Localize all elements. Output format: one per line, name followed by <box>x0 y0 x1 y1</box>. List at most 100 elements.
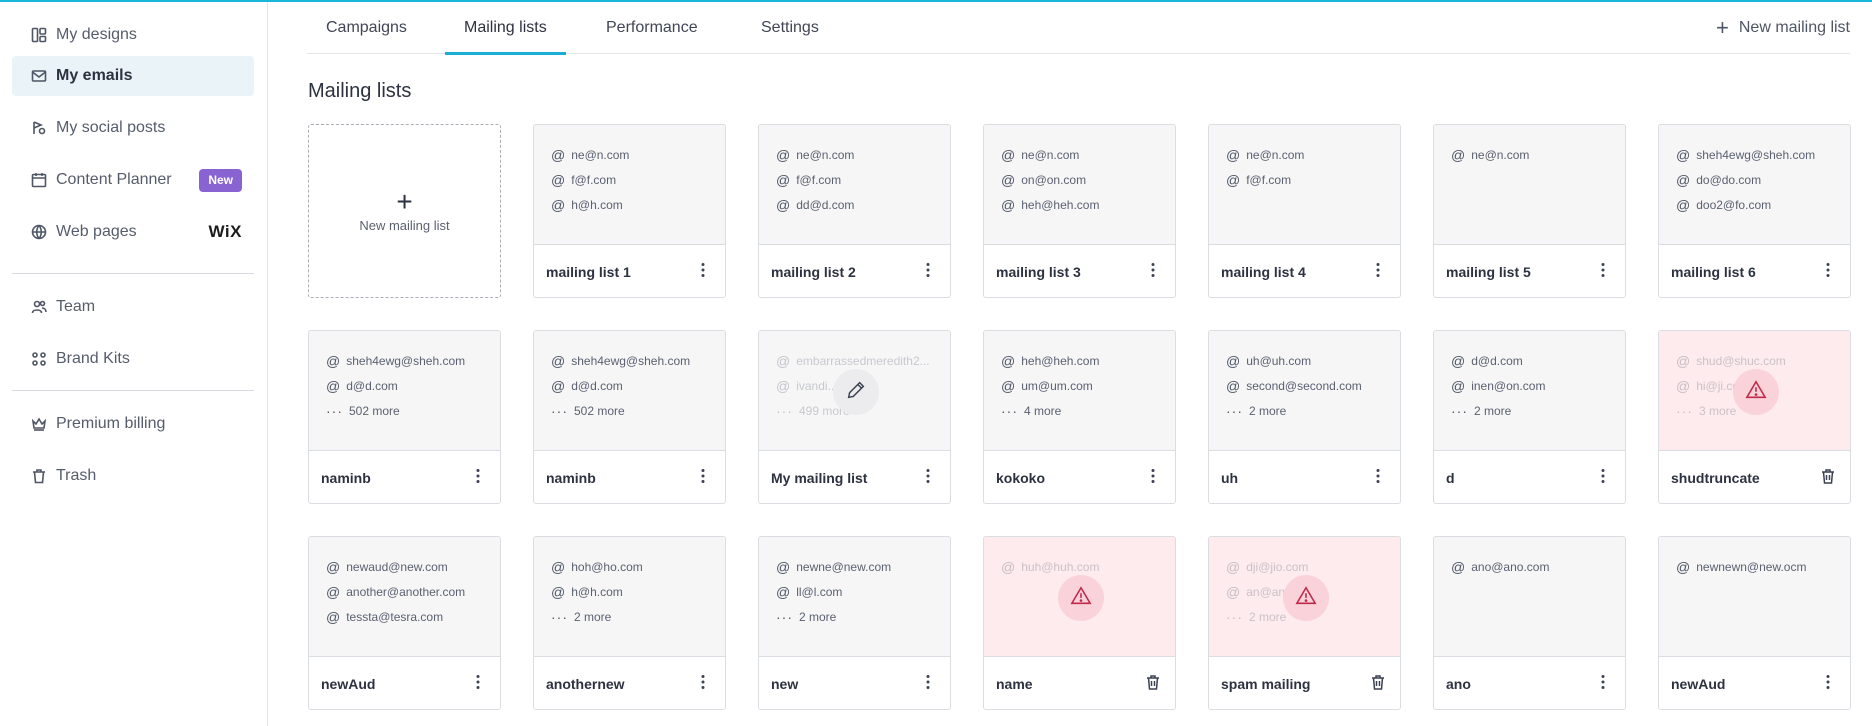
more-options-button[interactable] <box>916 466 940 490</box>
mailing-list-card[interactable]: @embarrassedmeredith2...@ivandi...m.com·… <box>758 330 951 504</box>
mailing-list-card[interactable]: @ ano@ano.com ano <box>1433 536 1626 710</box>
mailing-list-card[interactable]: @ ne@n.com @ f@f.com @ dd@d.com mailing list 2 <box>758 124 951 298</box>
mailing-list-card[interactable]: @ d@d.com @ inen@on.com ··· 2 more d <box>1433 330 1626 504</box>
email-text: ne@n.com <box>571 148 630 162</box>
at-icon: @ <box>776 197 791 213</box>
more-options-button[interactable] <box>1141 466 1165 490</box>
at-icon: @ <box>1001 559 1016 575</box>
at-icon: @ <box>551 197 566 213</box>
email-address: @ dji@jio.com <box>1226 558 1396 576</box>
sidebar-item-my-emails[interactable]: My emails <box>12 56 254 96</box>
email-address: @ do@do.com <box>1676 171 1846 189</box>
mailing-list-name: shudtruncate <box>1671 469 1760 486</box>
more-options-button[interactable] <box>466 466 490 490</box>
wix-logo: WiX <box>208 222 242 241</box>
mailing-list-card[interactable]: @ newaud@new.com @ another@another.com @ tess… <box>308 536 501 710</box>
more-options-button[interactable] <box>916 260 940 284</box>
mailing-list-card[interactable]: @ newne@new.com @ ll@l.com ··· 2 more new <box>758 536 951 710</box>
email-text: embarrassedmeredith2... <box>796 354 930 368</box>
delete-button[interactable] <box>1141 672 1165 696</box>
more-options-button[interactable] <box>1366 260 1390 284</box>
more-options-button[interactable] <box>1591 466 1615 490</box>
at-icon: @ <box>1226 147 1241 163</box>
trash-icon <box>30 467 48 485</box>
trash-icon <box>1819 467 1837 490</box>
new-mailing-list-card[interactable]: + New mailing list <box>308 124 501 298</box>
new-mailing-list-button[interactable]: + New mailing list <box>1716 2 1850 54</box>
email-address: @ ne@n.com <box>776 146 946 164</box>
card-footer: new <box>759 658 950 709</box>
more-options-button[interactable] <box>691 260 715 284</box>
mailing-list-card[interactable]: @ hoh@ho.com @ h@h.com ··· 2 more anothernew <box>533 536 726 710</box>
more-options-button[interactable] <box>916 672 940 696</box>
edit-overlay-button[interactable] <box>833 369 879 415</box>
sidebar-item-my-social-posts[interactable]: My social posts <box>12 108 254 148</box>
more-options-button[interactable] <box>1366 466 1390 490</box>
tab-campaigns[interactable]: Campaigns <box>307 2 426 54</box>
delete-button[interactable] <box>1816 466 1840 490</box>
warning-indicator <box>1283 575 1329 621</box>
card-footer: d <box>1434 452 1625 503</box>
card-preview: @ shud@shuc.com @ hi@ji.com ··· 3 more <box>1659 331 1850 451</box>
mailing-list-card[interactable]: @ huh@huh.com name <box>983 536 1176 710</box>
mailing-list-name: naminb <box>321 469 371 486</box>
tab-mailing-lists[interactable]: Mailing lists <box>445 2 566 55</box>
email-address: @ f@f.com <box>1226 171 1396 189</box>
more-options-button[interactable] <box>1816 672 1840 696</box>
at-icon: @ <box>1226 172 1241 188</box>
more-options-button[interactable] <box>1591 260 1615 284</box>
mailing-list-card[interactable]: @ ne@n.com @ f@f.com mailing list 4 <box>1208 124 1401 298</box>
email-text: hoh@ho.com <box>571 560 643 574</box>
mailing-list-card[interactable]: @ heh@heh.com @ um@um.com ··· 4 more kokoko <box>983 330 1176 504</box>
sidebar-item-brand-kits[interactable]: Brand Kits <box>12 339 254 379</box>
tab-performance[interactable]: Performance <box>587 2 717 54</box>
at-icon: @ <box>1451 147 1466 163</box>
sidebar-item-web-pages[interactable]: Web pages WiX <box>12 212 254 252</box>
mailing-list-card[interactable]: @ newnewn@new.ocm newAud <box>1658 536 1851 710</box>
at-icon: @ <box>1676 353 1691 369</box>
card-preview: @ newne@new.com @ ll@l.com ··· 2 more <box>759 537 950 657</box>
tab-settings[interactable]: Settings <box>742 2 838 54</box>
sidebar-item-my-designs[interactable]: My designs <box>12 15 254 55</box>
at-icon: @ <box>551 584 566 600</box>
mailing-list-card[interactable]: @ dji@jio.com @ an@an.com ··· 2 more spam mail… <box>1208 536 1401 710</box>
card-footer: shudtruncate <box>1659 452 1850 503</box>
mailing-list-card[interactable]: @ uh@uh.com @ second@second.com ··· 2 more uh <box>1208 330 1401 504</box>
sidebar-item-content-planner[interactable]: Content Planner New <box>12 160 254 200</box>
mailing-list-card[interactable]: @ sheh4ewg@sheh.com @ do@do.com @ doo2@fo.com… <box>1658 124 1851 298</box>
email-text: another@another.com <box>346 585 466 599</box>
sidebar-item-team[interactable]: Team <box>12 287 254 327</box>
sidebar-item-label: My social posts <box>56 119 166 136</box>
sidebar-item-label: Brand Kits <box>56 350 130 367</box>
ellipsis-icon: ··· <box>551 609 568 625</box>
more-options-button[interactable] <box>466 672 490 696</box>
sidebar-item-trash[interactable]: Trash <box>12 456 254 496</box>
mailing-list-card[interactable]: @ shud@shuc.com @ hi@ji.com ··· 3 more shudtru… <box>1658 330 1851 504</box>
more-options-button[interactable] <box>1816 260 1840 284</box>
sidebar-item-premium-billing[interactable]: Premium billing <box>12 404 254 444</box>
email-text: inen@on.com <box>1471 379 1546 393</box>
at-icon: @ <box>1001 172 1016 188</box>
card-footer: mailing list 3 <box>984 246 1175 297</box>
team-icon <box>30 298 48 316</box>
sidebar-divider <box>12 390 254 391</box>
email-text: 502 more <box>349 404 400 418</box>
more-options-button[interactable] <box>691 672 715 696</box>
delete-button[interactable] <box>1366 672 1390 696</box>
more-options-button[interactable] <box>1591 672 1615 696</box>
mailing-list-card[interactable]: @ ne@n.com @ f@f.com @ h@h.com mailing list 1 <box>533 124 726 298</box>
at-icon: @ <box>326 353 341 369</box>
email-address: @ sheh4ewg@sheh.com <box>1676 146 1846 164</box>
card-preview: @ d@d.com @ inen@on.com ··· 2 more <box>1434 331 1625 451</box>
card-footer: naminb <box>309 452 500 503</box>
email-text: heh@heh.com <box>1021 198 1100 212</box>
email-address: @ ano@ano.com <box>1451 558 1621 576</box>
mailing-list-name: name <box>996 675 1033 692</box>
more-options-button[interactable] <box>691 466 715 490</box>
mailing-list-card[interactable]: @ sheh4ewg@sheh.com @ d@d.com ··· 502 more nam… <box>533 330 726 504</box>
more-options-button[interactable] <box>1141 260 1165 284</box>
mailing-list-card[interactable]: @ ne@n.com @ on@on.com @ heh@heh.com mailing l… <box>983 124 1176 298</box>
mailing-list-card[interactable]: @ ne@n.com mailing list 5 <box>1433 124 1626 298</box>
mailing-list-card[interactable]: @ sheh4ewg@sheh.com @ d@d.com ··· 502 more nam… <box>308 330 501 504</box>
card-footer: naminb <box>534 452 725 503</box>
